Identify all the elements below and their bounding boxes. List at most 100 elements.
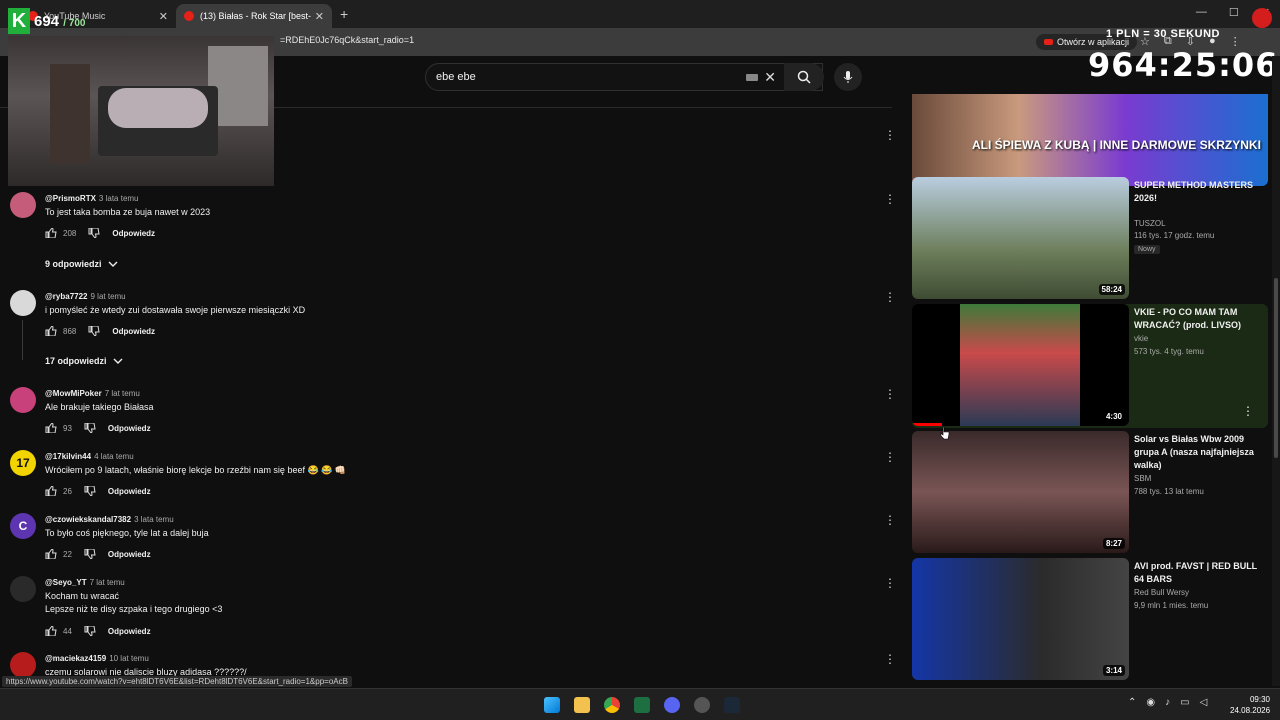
thumbs-up-icon[interactable] (45, 549, 57, 559)
comment-author[interactable]: @maciekaz4159 10 lat temu (45, 654, 149, 663)
comment-time[interactable]: 9 lat temu (91, 292, 126, 301)
comment-author[interactable]: @MowMiPoker 7 lat temu (45, 389, 140, 398)
comment-author[interactable]: @ryba7722 9 lat temu (45, 292, 126, 301)
more-actions-icon[interactable]: ⋮ (884, 513, 892, 527)
thumbs-down-icon[interactable] (84, 423, 96, 433)
reply-button[interactable]: Odpowiedz (112, 327, 155, 336)
more-actions-icon[interactable]: ⋮ (884, 450, 892, 464)
avatar[interactable] (10, 387, 36, 413)
avatar[interactable] (10, 652, 36, 678)
replies-toggle[interactable]: 9 odpowiedzi (45, 259, 118, 269)
keyboard-icon[interactable] (746, 74, 758, 81)
search-input[interactable]: ebe ebe ✕ (425, 63, 823, 91)
more-actions-icon[interactable]: ⋮ (884, 290, 892, 304)
comment-author[interactable]: @PrismoRTX 3 lata temu (45, 194, 139, 203)
comment-time[interactable]: 7 lat temu (105, 389, 140, 398)
video-item[interactable]: 8:27 Solar vs Białas Wbw 2009 grupa A (n… (912, 431, 1268, 553)
scrollbar-thumb[interactable] (1274, 278, 1278, 458)
chrome-icon[interactable] (604, 697, 620, 713)
video-title[interactable]: SUPER METHOD MASTERS 2026! (1134, 179, 1260, 205)
author-name[interactable]: @Seyo_YT (45, 578, 87, 587)
discord-icon[interactable] (664, 697, 680, 713)
avatar[interactable] (1252, 8, 1272, 28)
thumbs-up-icon[interactable] (45, 486, 57, 496)
windows-start-icon[interactable] (544, 697, 560, 713)
close-tab-icon[interactable]: ✕ (315, 10, 324, 23)
author-name[interactable]: @17kilvin44 (45, 452, 91, 461)
avatar[interactable] (10, 192, 36, 218)
avatar[interactable] (10, 576, 36, 602)
video-channel[interactable]: Red Bull Wersy (1134, 588, 1189, 597)
display-icon[interactable]: ▭ (1180, 697, 1189, 708)
video-thumbnail[interactable]: ALI ŚPIEWA Z KUBĄ | INNE DARMOWE SKRZYNK… (912, 94, 1268, 186)
author-name[interactable]: @MowMiPoker (45, 389, 102, 398)
thumbs-up-icon[interactable] (45, 326, 57, 336)
reply-button[interactable]: Odpowiedz (108, 627, 151, 636)
author-name[interactable]: @PrismoRTX (45, 194, 96, 203)
new-tab-icon[interactable]: + (340, 6, 348, 22)
more-actions-icon[interactable]: ⋮ (884, 387, 892, 401)
thumbs-down-icon[interactable] (84, 486, 96, 496)
thumbs-down-icon[interactable] (84, 626, 96, 636)
app-icon[interactable] (694, 697, 710, 713)
video-channel[interactable]: SBM (1134, 474, 1151, 483)
excel-icon[interactable] (634, 697, 650, 713)
chevron-up-icon[interactable]: ⌃ (1128, 697, 1136, 708)
more-actions-icon[interactable]: ⋮ (1242, 404, 1254, 418)
avatar[interactable] (10, 290, 36, 316)
comment-author[interactable]: @czowiekskandal7382 3 lata temu (45, 515, 174, 524)
video-title[interactable]: VKIE - PO CO MAM TAM WRACAĆ? (prod. LIVS… (1134, 306, 1260, 332)
reply-button[interactable]: Odpowiedz (108, 424, 151, 433)
video-item[interactable]: 58:24 SUPER METHOD MASTERS 2026! TUSZOL … (912, 177, 1268, 299)
page-scrollbar[interactable] (1272, 56, 1280, 686)
comment-author[interactable]: @Seyo_YT 7 lat temu (45, 578, 125, 587)
thumbs-up-icon[interactable] (45, 626, 57, 636)
video-title[interactable]: AVI prod. FAVST | RED BULL 64 BARS (1134, 560, 1260, 586)
thumbs-down-icon[interactable] (84, 549, 96, 559)
video-channel[interactable]: vkie (1134, 334, 1148, 343)
clear-search-icon[interactable]: ✕ (764, 69, 776, 86)
avatar[interactable]: 17 (10, 450, 36, 476)
url-field[interactable]: =RDEhE0Jc76qCk&start_radio=1 (280, 35, 414, 45)
app-tray-icon[interactable]: ◉ (1146, 697, 1155, 708)
author-name[interactable]: @maciekaz4159 (45, 654, 106, 663)
close-tab-icon[interactable]: ✕ (159, 10, 168, 23)
author-name[interactable]: @czowiekskandal7382 (45, 515, 131, 524)
reply-button[interactable]: Odpowiedz (108, 487, 151, 496)
file-explorer-icon[interactable] (574, 697, 590, 713)
comment-author[interactable]: @17kilvin44 4 lata temu (45, 452, 134, 461)
comment-time[interactable]: 3 lata temu (99, 194, 139, 203)
thumbs-down-icon[interactable] (88, 228, 100, 238)
maximize-icon[interactable]: ☐ (1229, 6, 1239, 19)
video-channel[interactable]: TUSZOL (1134, 219, 1166, 228)
volume-icon[interactable]: ◁ (1200, 697, 1208, 708)
video-thumbnail[interactable]: 58:24 (912, 177, 1129, 299)
avatar[interactable]: C (10, 513, 36, 539)
reply-button[interactable]: Odpowiedz (112, 229, 155, 238)
steam-icon[interactable] (724, 697, 740, 713)
replies-toggle[interactable]: 17 odpowiedzi (45, 356, 123, 366)
comment-time[interactable]: 3 lata temu (134, 515, 174, 524)
author-name[interactable]: @ryba7722 (45, 292, 88, 301)
search-button[interactable] (784, 63, 824, 91)
more-actions-icon[interactable]: ⋮ (884, 576, 892, 590)
video-thumbnail[interactable]: 4:30 (912, 304, 1129, 426)
video-title[interactable]: Solar vs Białas Wbw 2009 grupa A (nasza … (1134, 433, 1260, 472)
minimize-icon[interactable]: — (1196, 6, 1207, 19)
thumbs-down-icon[interactable] (88, 326, 100, 336)
tab-active-video[interactable]: (13) Białas - Rok Star [best- ✕ (176, 4, 332, 28)
reply-button[interactable]: Odpowiedz (108, 550, 151, 559)
microphone-icon[interactable]: ♪ (1165, 697, 1170, 708)
comment-time[interactable]: 4 lata temu (94, 452, 134, 461)
video-thumbnail[interactable]: 3:14 (912, 558, 1129, 680)
system-clock[interactable]: 09:30 24.08.2026 (1230, 694, 1270, 716)
more-actions-icon[interactable]: ⋮ (884, 128, 892, 142)
more-actions-icon[interactable]: ⋮ (884, 652, 892, 666)
video-item[interactable]: 4:30 VKIE - PO CO MAM TAM WRACAĆ? (prod.… (912, 304, 1268, 428)
video-item[interactable]: ALI ŚPIEWA Z KUBĄ | INNE DARMOWE SKRZYNK… (912, 94, 1268, 186)
more-actions-icon[interactable]: ⋮ (884, 192, 892, 206)
comment-time[interactable]: 7 lat temu (90, 578, 125, 587)
thumbs-up-icon[interactable] (45, 228, 57, 238)
video-item[interactable]: 3:14 AVI prod. FAVST | RED BULL 64 BARS … (912, 558, 1268, 680)
thumbs-up-icon[interactable] (45, 423, 57, 433)
